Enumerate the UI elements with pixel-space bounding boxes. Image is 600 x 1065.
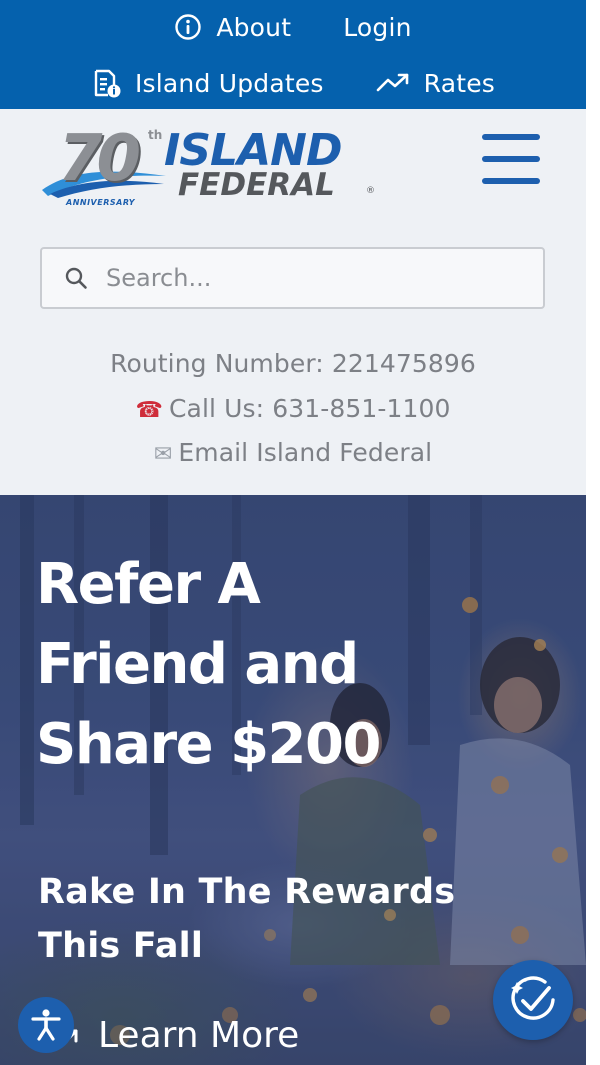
rates-label: Rates	[423, 68, 496, 98]
island-updates-label: Island Updates	[134, 68, 324, 98]
page: About Login Island Updates Rates 70 th A…	[0, 0, 586, 1065]
island-federal-logo[interactable]: 70 th ANNIVERSARY ISLAND FEDERAL ®	[40, 124, 386, 214]
email-label: Email Island Federal	[178, 438, 433, 467]
logo-federal: FEDERAL	[178, 167, 335, 203]
search-box	[40, 247, 545, 309]
routing-number: Routing Number: 221475896	[110, 349, 476, 378]
learn-more-link[interactable]: Learn More	[54, 1015, 299, 1056]
hamburger-bar	[482, 134, 540, 140]
search-icon	[65, 267, 87, 289]
island-updates-link[interactable]: Island Updates	[91, 68, 324, 98]
menu-toggle-button[interactable]	[482, 134, 542, 186]
telephone-icon: ☎	[135, 398, 163, 423]
login-label: Login	[343, 12, 412, 42]
rates-link[interactable]: Rates	[376, 69, 495, 98]
hamburger-bar	[482, 156, 540, 162]
logo-registered-mark: ®	[366, 186, 375, 196]
accessibility-button[interactable]	[18, 997, 74, 1053]
search-input[interactable]	[106, 264, 506, 292]
utility-bar: About Login Island Updates Rates	[0, 0, 586, 109]
login-link[interactable]: Login	[343, 13, 411, 42]
verified-badge-button[interactable]	[493, 960, 573, 1040]
hero-headline: Refer A Friend and Share $200	[36, 552, 381, 777]
document-info-icon	[94, 69, 121, 98]
call-us-label: Call Us: 631-851-1100	[169, 394, 451, 423]
about-link[interactable]: About	[174, 13, 291, 42]
hero-subhead: Rake In The Rewards This Fall	[38, 872, 456, 966]
about-label: About	[216, 12, 292, 42]
learn-more-label: Learn More	[98, 1015, 300, 1056]
trending-up-icon	[376, 73, 408, 92]
call-us-link[interactable]: ☎ Call Us: 631-851-1100	[0, 394, 586, 423]
info-circle-icon	[175, 14, 202, 40]
logo-th: th	[148, 128, 163, 142]
email-link[interactable]: ✉ Email Island Federal	[0, 438, 586, 467]
accessibility-icon	[31, 1009, 61, 1041]
logo-anniversary: ANNIVERSARY	[66, 198, 136, 207]
hamburger-bar	[482, 178, 540, 184]
logo-seventy: 70	[58, 122, 141, 196]
envelope-icon: ✉	[153, 442, 173, 467]
checkmark-sparkle-icon	[511, 976, 555, 1020]
